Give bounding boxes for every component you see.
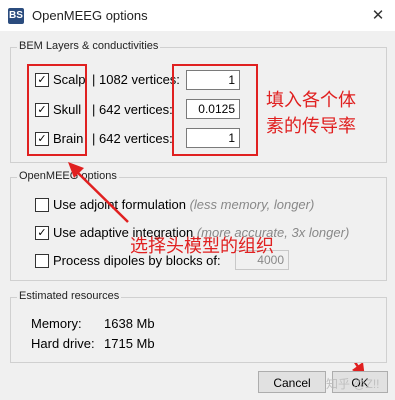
watermark: 知乎 @Z!! xyxy=(326,377,380,391)
select-layers-annotation: 选择头模型的组织 xyxy=(130,236,274,256)
memory-label: Memory: xyxy=(31,316,82,331)
resources-group-title: Estimated resources xyxy=(17,290,122,302)
cancel-button[interactable]: Cancel xyxy=(258,371,326,393)
drive-label: Hard drive: xyxy=(31,336,95,351)
memory-value: 1638 Mb xyxy=(104,316,155,331)
drive-value: 1715 Mb xyxy=(104,336,155,351)
